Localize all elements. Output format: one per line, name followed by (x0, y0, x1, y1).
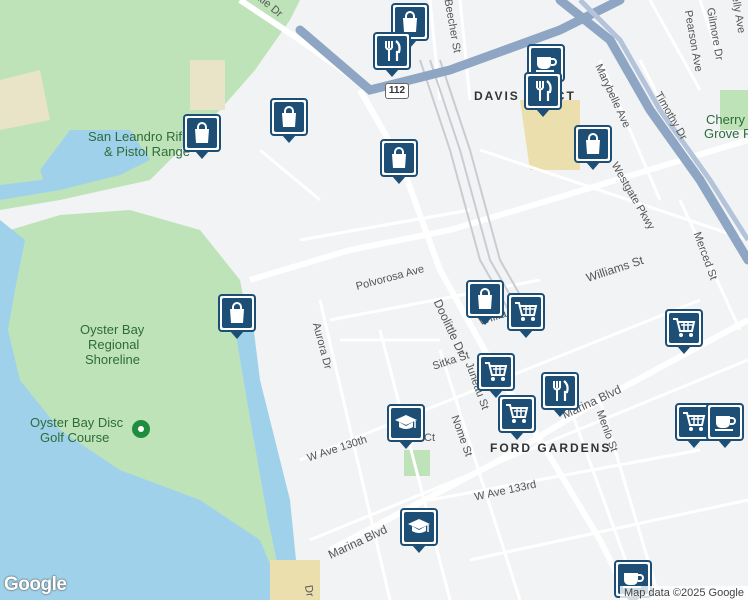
school-marker[interactable] (400, 508, 438, 553)
map-attribution[interactable]: Map data ©2025 Google (619, 586, 748, 600)
shopping-cart-icon (502, 399, 532, 429)
grocery-marker[interactable] (507, 293, 545, 338)
shopping-marker[interactable] (466, 280, 504, 325)
shopping-bag-icon (384, 143, 414, 173)
restaurant-marker[interactable] (524, 72, 562, 117)
fork-knife-icon (528, 76, 558, 106)
shopping-cart-icon (481, 357, 511, 387)
label-disc-golf-1: Oyster Bay Disc (30, 415, 124, 430)
graduation-cap-icon (404, 512, 434, 542)
school-marker[interactable] (387, 404, 425, 449)
shopping-bag-icon (187, 118, 217, 148)
map-base (0, 0, 748, 600)
shopping-cart-icon (511, 297, 541, 327)
shopping-marker[interactable] (183, 114, 221, 159)
restaurant-marker[interactable] (541, 372, 579, 417)
label-san-leandro-rifle: San Leandro Rifle (88, 129, 193, 144)
shopping-bag-icon (470, 284, 500, 314)
shopping-marker[interactable] (218, 294, 256, 339)
restaurant-marker[interactable] (373, 32, 411, 77)
label-cherry-grove: Grove Park (704, 126, 748, 141)
shopping-bag-icon (274, 102, 304, 132)
fork-knife-icon (377, 36, 407, 66)
label-oyster-bay-3: Shoreline (85, 352, 140, 367)
label-pistol-range: & Pistol Range (104, 144, 190, 159)
shopping-marker[interactable] (574, 125, 612, 170)
graduation-cap-icon (391, 408, 421, 438)
grocery-marker[interactable] (498, 395, 536, 440)
label-oyster-bay-2: Regional (88, 337, 140, 352)
shopping-bag-icon (222, 298, 252, 328)
grocery-marker[interactable] (477, 353, 515, 398)
google-logo: Google (4, 574, 67, 595)
shopping-marker[interactable] (270, 98, 308, 143)
shopping-cart-icon (679, 407, 709, 437)
cafe-marker[interactable] (706, 403, 744, 448)
label-ford-gardens: FORD GARDENS (490, 441, 612, 455)
fork-knife-icon (545, 376, 575, 406)
label-ct: Ct (424, 432, 435, 444)
shopping-marker[interactable] (380, 139, 418, 184)
label-bottom-dr: Dr (301, 584, 316, 598)
label-disc-golf-2: Golf Course (40, 430, 110, 445)
map-canvas[interactable]: 112 San Leandro Rifle & Pistol Range Oys… (0, 0, 748, 600)
highway-112-shield: 112 (385, 83, 409, 99)
grocery-marker[interactable] (665, 309, 703, 354)
shopping-bag-icon (578, 129, 608, 159)
label-cherry: Cherry (706, 112, 746, 127)
shopping-cart-icon (669, 313, 699, 343)
coffee-cup-icon (710, 407, 740, 437)
label-oyster-bay-1: Oyster Bay (80, 322, 145, 337)
